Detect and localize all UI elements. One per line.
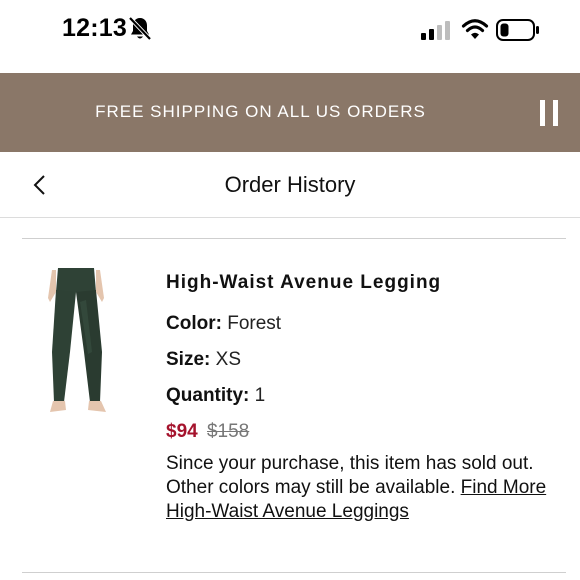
quantity-row: Quantity: 1 xyxy=(166,378,571,414)
original-price: $158 xyxy=(206,421,250,442)
order-item-details: High-Waist Avenue Legging Color: Forest … xyxy=(166,272,571,524)
size-row: Size: XS xyxy=(166,342,571,378)
bell-slash-icon xyxy=(128,16,152,41)
color-value: Forest xyxy=(227,313,282,334)
promo-text: FREE SHIPPING ON ALL US ORDERS xyxy=(95,102,426,121)
page-title: Order History xyxy=(224,172,356,197)
color-row: Color: Forest xyxy=(166,306,571,342)
sale-price: $94 xyxy=(166,421,198,442)
size-value: XS xyxy=(215,349,241,370)
divider xyxy=(22,572,566,573)
cellular-signal-icon xyxy=(421,21,450,40)
battery-icon xyxy=(496,19,539,41)
pause-icon[interactable] xyxy=(540,100,560,126)
status-bar: 12:13 xyxy=(0,0,580,62)
status-time: 12:13 xyxy=(62,14,127,42)
quantity-value: 1 xyxy=(254,385,266,406)
page-header: Order History xyxy=(0,152,580,218)
wifi-icon xyxy=(461,19,489,39)
color-label: Color: xyxy=(166,313,222,334)
sold-out-message: Since your purchase, this item has sold … xyxy=(166,452,571,524)
quantity-label: Quantity: xyxy=(166,385,250,406)
product-name[interactable]: High-Waist Avenue Legging xyxy=(166,272,571,300)
promo-banner: FREE SHIPPING ON ALL US ORDERS xyxy=(0,73,580,152)
product-image[interactable] xyxy=(36,262,116,414)
size-label: Size: xyxy=(166,349,211,370)
price-row: $94 $158 xyxy=(166,414,571,450)
divider xyxy=(22,238,566,239)
